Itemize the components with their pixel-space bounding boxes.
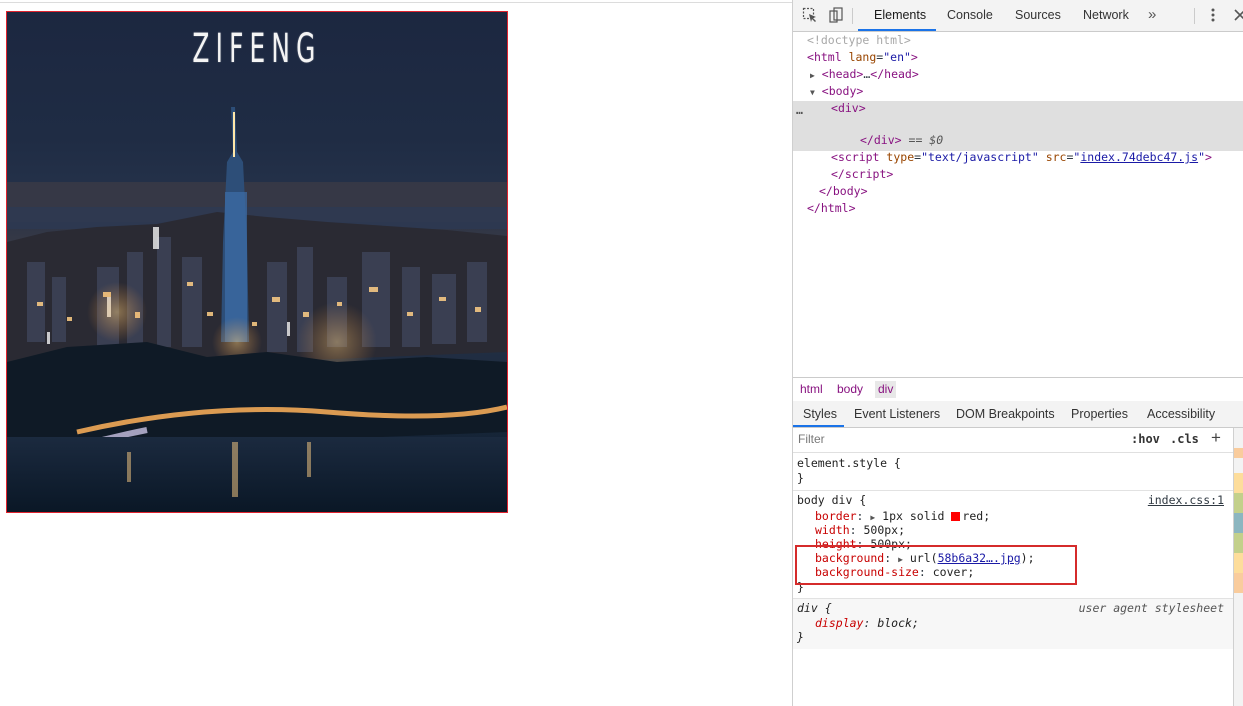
- tab-network[interactable]: Network: [1083, 0, 1129, 31]
- doctype-line[interactable]: <!doctype html>: [807, 32, 911, 49]
- close-icon[interactable]: [1232, 7, 1243, 23]
- tab-event-listeners[interactable]: Event Listeners: [854, 401, 940, 427]
- kebab-menu-icon[interactable]: [1205, 7, 1221, 23]
- rule-div-selector[interactable]: div {: [797, 601, 832, 616]
- script-close-tag-name: script: [844, 167, 887, 181]
- prop-display[interactable]: display: block;: [815, 616, 919, 631]
- tab-dom-breakpoints[interactable]: DOM Breakpoints: [956, 401, 1055, 427]
- active-subtab-indicator: [793, 425, 844, 427]
- element-style-close: }: [797, 471, 804, 485]
- div-node-close[interactable]: </div> == $0: [860, 132, 943, 149]
- script-type-attr: type: [886, 150, 915, 164]
- rule-div-close: }: [797, 630, 804, 644]
- active-tab-indicator: [858, 29, 936, 31]
- toolbar-separator-2: [1194, 8, 1195, 24]
- sidebar-tabs: Styles Event Listeners DOM Breakpoints P…: [793, 401, 1243, 428]
- head-close-tag-name: head: [884, 67, 912, 81]
- rule-source-link[interactable]: index.css:1: [1148, 493, 1224, 508]
- color-swatch[interactable]: [951, 512, 961, 521]
- script-node[interactable]: <script type="text/javascript" src="inde…: [831, 149, 1212, 166]
- content-seg: [1234, 513, 1243, 533]
- script-tag-name: script: [837, 150, 880, 164]
- body-node[interactable]: ▼ <body>: [810, 83, 863, 101]
- prop-border-value: 1px solid: [882, 509, 945, 523]
- padding-seg-2: [1234, 533, 1243, 553]
- breadcrumb-div[interactable]: div: [875, 381, 897, 398]
- box-model-strip[interactable]: [1233, 428, 1243, 706]
- html-lang-value: "en": [883, 50, 911, 64]
- tab-console[interactable]: Console: [947, 0, 993, 31]
- html-lang-attr: lang: [848, 50, 877, 64]
- body-node-close[interactable]: </body>: [819, 183, 868, 200]
- prop-display-name: display: [815, 616, 864, 630]
- html-node[interactable]: <html lang="en">: [807, 49, 918, 66]
- node-actions-ellipsis[interactable]: …: [796, 102, 803, 119]
- collapse-triangle-icon[interactable]: ▼: [810, 88, 815, 97]
- page-top-divider: [0, 2, 793, 3]
- tab-sources[interactable]: Sources: [1015, 0, 1061, 31]
- rule-body-div-selector[interactable]: body div {: [797, 493, 866, 508]
- devtools-panel: Elements Console Sources Network » <!doc…: [792, 0, 1243, 706]
- head-tag-name: head: [828, 67, 857, 81]
- html-tag-name: html: [813, 50, 842, 64]
- breadcrumb-html[interactable]: html: [800, 382, 823, 396]
- prop-width-name: width: [815, 523, 850, 537]
- script-src-link[interactable]: index.74debc47.js: [1080, 150, 1198, 164]
- body-close-tag-name: body: [832, 184, 861, 198]
- prop-border-name: border: [815, 509, 857, 523]
- html-node-close[interactable]: </html>: [807, 200, 856, 217]
- more-tabs-icon[interactable]: »: [1148, 0, 1156, 31]
- background-image-div: ZIFENG: [6, 11, 508, 513]
- styles-pane: element.style { } body div { index.css:1…: [793, 453, 1233, 706]
- head-node[interactable]: ▶ <head>…</head>: [810, 66, 919, 84]
- selected-node-marker: == $0: [908, 133, 944, 147]
- div-close-tag-name: div: [873, 133, 895, 147]
- element-style-selector[interactable]: element.style {: [797, 456, 901, 471]
- expand-triangle-icon[interactable]: ▶: [870, 513, 875, 522]
- new-style-rule-button[interactable]: +: [1211, 428, 1221, 448]
- user-agent-stylesheet-label: user agent stylesheet: [1078, 601, 1224, 615]
- toolbar-separator: [852, 8, 853, 24]
- rule-divider: [793, 490, 1233, 491]
- tab-properties[interactable]: Properties: [1071, 401, 1128, 427]
- device-toolbar-icon[interactable]: [828, 7, 844, 23]
- div-node-open[interactable]: <div>: [831, 100, 866, 117]
- tab-accessibility[interactable]: Accessibility: [1147, 401, 1215, 427]
- tab-styles[interactable]: Styles: [803, 401, 837, 427]
- script-src-attr: src: [1045, 150, 1067, 164]
- tab-elements[interactable]: Elements: [874, 0, 926, 31]
- margin-seg: [1234, 448, 1243, 458]
- inspect-element-icon[interactable]: [802, 7, 818, 23]
- html-close-tag-name: html: [820, 201, 849, 215]
- night-city-photo: [7, 107, 507, 512]
- breadcrumb-body[interactable]: body: [837, 382, 863, 396]
- prop-width[interactable]: width: 500px;: [815, 523, 905, 538]
- annotation-highlight-box: [795, 545, 1077, 585]
- margin-seg-2: [1234, 573, 1243, 593]
- padding-seg: [1234, 493, 1243, 513]
- prop-display-value: block;: [877, 616, 919, 630]
- prop-width-value: 500px;: [863, 523, 906, 537]
- cls-toggle[interactable]: .cls: [1170, 432, 1199, 446]
- hov-toggle[interactable]: :hov: [1131, 432, 1160, 446]
- expand-triangle-icon[interactable]: ▶: [810, 71, 815, 80]
- body-tag-name: body: [828, 84, 857, 98]
- script-node-close[interactable]: </script>: [831, 166, 893, 183]
- devtools-toolbar: Elements Console Sources Network »: [793, 0, 1243, 32]
- photo-title-text: ZIFENG: [192, 26, 322, 72]
- dom-tree: <!doctype html> <html lang="en"> ▶ <head…: [793, 32, 1243, 376]
- styles-filter-input[interactable]: [795, 430, 1126, 448]
- div-tag-name: div: [837, 101, 859, 115]
- prop-border-color: red;: [962, 509, 991, 523]
- border-seg-2: [1234, 553, 1243, 573]
- script-type-value: "text/javascript": [921, 150, 1039, 164]
- breadcrumb: html body div: [793, 377, 1243, 402]
- styles-filter-bar: :hov .cls +: [793, 428, 1233, 453]
- border-seg: [1234, 473, 1243, 493]
